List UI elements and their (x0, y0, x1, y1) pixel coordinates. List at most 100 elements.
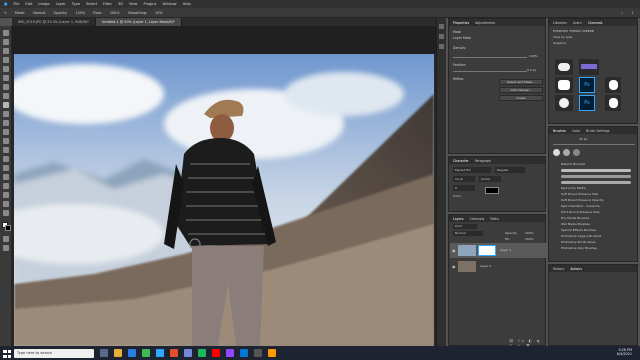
menu-3d[interactable]: 3D (118, 2, 123, 6)
screen-mode-icon[interactable] (3, 245, 9, 251)
crop-tool-icon[interactable] (3, 66, 9, 72)
opacity-value[interactable]: 100% (525, 231, 534, 235)
text-color-swatch[interactable] (485, 187, 499, 194)
doc-tab-img0019[interactable]: IMG_0019.JPG @ 33.3% (Layer 1, RGB/8)* (12, 18, 96, 26)
mode-select[interactable]: Normal (33, 11, 45, 15)
leading-input[interactable]: (Auto) (479, 176, 501, 182)
gradient-tool-icon[interactable] (3, 138, 9, 144)
tab-channels-top[interactable]: Channels (588, 21, 603, 25)
doc-tab-untitled-1[interactable]: Untitled-1 @ 50% (Layer 1, Layer Mask/8)… (95, 18, 182, 26)
recent-brush-icon[interactable] (563, 149, 570, 156)
layer-filter-kind[interactable]: Kind (453, 224, 477, 229)
zoom-tool-icon[interactable] (3, 210, 9, 216)
eye-icon[interactable]: ◉ (452, 264, 456, 269)
shape-tool-icon[interactable] (3, 192, 9, 198)
tab-properties[interactable]: Properties (453, 21, 469, 25)
file-explorer-icon[interactable] (114, 349, 122, 357)
menu-help[interactable]: Help (183, 2, 191, 6)
photoshop-logo-icon-2[interactable]: Ps (579, 95, 595, 111)
spotify-taskbar-icon[interactable] (198, 349, 206, 357)
brush-group[interactable]: Photoshop Inky Brushes (553, 245, 635, 251)
path-select-tool-icon[interactable] (3, 183, 9, 189)
edge-browser-icon[interactable] (128, 349, 136, 357)
flow-input[interactable]: 100% (110, 11, 120, 15)
taskbar-search-box[interactable]: Type here to search (14, 348, 94, 358)
task-view-icon[interactable] (100, 349, 108, 357)
app-taskbar-icon[interactable] (170, 349, 178, 357)
tab-color[interactable]: Color (572, 129, 580, 133)
recent-brush-icon[interactable] (573, 149, 580, 156)
move-tool-icon[interactable] (3, 30, 9, 36)
tab-learn[interactable]: Learn (573, 21, 582, 25)
eye-icon[interactable]: ◉ (452, 248, 456, 253)
pen-tool-icon[interactable] (3, 165, 9, 171)
adjustments-panel-icon[interactable] (439, 44, 444, 49)
menu-view[interactable]: View (129, 2, 138, 6)
font-size-input[interactable]: 12 pt (453, 176, 475, 182)
layer-1-name[interactable]: Layer 1 (500, 248, 511, 252)
tab-character[interactable]: Character (453, 159, 469, 163)
brush-size-slider[interactable] (553, 144, 635, 145)
tab-history[interactable]: History (553, 267, 564, 271)
layer-1-mask-thumbnail[interactable] (478, 245, 496, 256)
menu-plugins[interactable]: Plugins (144, 2, 157, 6)
marquee-tool-icon[interactable] (3, 39, 9, 45)
opacity-input[interactable]: 100% (75, 11, 85, 15)
media-taskbar-icon[interactable] (212, 349, 220, 357)
document-canvas-photo[interactable] (14, 54, 434, 346)
windows-start-icon[interactable] (3, 349, 11, 358)
color-range-button[interactable]: Color Range... (499, 87, 543, 93)
settings-taskbar-icon[interactable] (254, 349, 262, 357)
tab-brushes[interactable]: Brushes (553, 129, 566, 133)
photoshop-logo-icon[interactable]: Ps (579, 77, 595, 93)
eyedropper-tool-icon[interactable] (3, 84, 9, 90)
feather-slider[interactable] (453, 71, 527, 72)
graphic-thumb-skull-icon[interactable] (555, 95, 573, 111)
font-family-select[interactable]: Myriad Pro (453, 167, 491, 173)
mail-taskbar-icon[interactable] (240, 349, 248, 357)
clone-stamp-tool-icon[interactable] (3, 111, 9, 117)
font-style-select[interactable]: Regular (495, 167, 525, 173)
type-tool-icon[interactable] (3, 174, 9, 180)
graphic-thumb-galaxy[interactable] (579, 59, 599, 75)
blur-tool-icon[interactable] (3, 147, 9, 153)
tab-actions[interactable]: Actions (570, 267, 582, 271)
taskbar-clock[interactable]: 3:28 PM 6/4/2021 (617, 348, 632, 357)
discord-taskbar-icon[interactable] (184, 349, 192, 357)
ps-logo-icon[interactable]: ■ (4, 2, 7, 6)
tab-adjustments[interactable]: Adjustments (475, 21, 495, 25)
menu-window[interactable]: Window (162, 2, 176, 6)
history-panel-icon[interactable] (439, 24, 444, 29)
graphic-thumb-bunny-icon[interactable] (605, 77, 621, 93)
tab-brush-settings[interactable]: Brush Settings (586, 129, 609, 133)
recent-brush-icon[interactable] (553, 149, 560, 156)
tab-paragraph[interactable]: Paragraph (475, 159, 491, 163)
menu-type[interactable]: Type (72, 2, 80, 6)
layer-row-layer-0[interactable]: ◉ Layer 0 (450, 259, 548, 274)
healing-brush-tool-icon[interactable] (3, 93, 9, 99)
twitch-taskbar-icon[interactable] (226, 349, 234, 357)
density-slider[interactable] (453, 57, 527, 58)
brush-tool-preset-icon[interactable]: ✎ (4, 11, 7, 15)
blend-mode-select[interactable]: Normal (453, 231, 483, 236)
lasso-tool-icon[interactable] (3, 48, 9, 54)
obs-taskbar-icon[interactable] (268, 349, 276, 357)
swatches-panel-icon[interactable] (439, 34, 444, 39)
dodge-tool-icon[interactable] (3, 156, 9, 162)
brush-tool-icon[interactable] (3, 102, 9, 108)
menu-filter[interactable]: Filter (103, 2, 112, 6)
select-and-mask-button[interactable]: Select and Mask... (499, 79, 543, 85)
eraser-tool-icon[interactable] (3, 129, 9, 135)
tab-paths[interactable]: Paths (490, 217, 499, 221)
quick-select-tool-icon[interactable] (3, 57, 9, 63)
graphic-thumb-discord-icon[interactable] (555, 77, 573, 93)
frame-tool-icon[interactable] (3, 75, 9, 81)
brush-group-natural[interactable]: Natural Brushes (553, 161, 635, 167)
history-brush-tool-icon[interactable] (3, 120, 9, 126)
search-icon[interactable]: ⌕ (621, 11, 623, 15)
quick-mask-icon[interactable] (3, 236, 9, 242)
share-icon[interactable]: ⇪ (631, 11, 634, 15)
graphic-thumb-bunny-icon-2[interactable] (605, 95, 621, 111)
feather-value[interactable]: 0.0 px (527, 68, 536, 72)
menu-edit[interactable]: Edit (25, 2, 32, 6)
